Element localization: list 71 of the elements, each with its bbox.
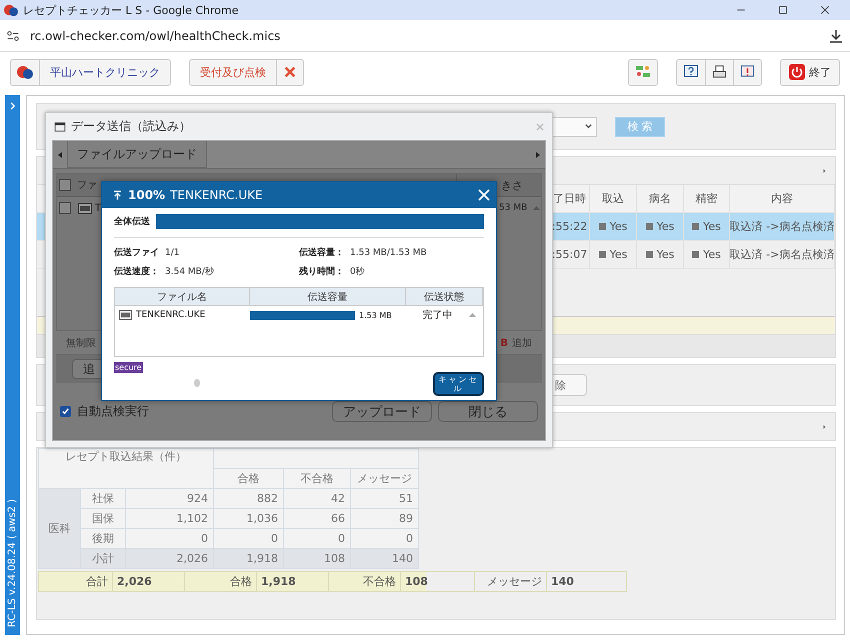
total-label: 合計 — [38, 571, 113, 592]
column-header: 取込 — [590, 185, 637, 213]
column-header: メッセージ — [350, 468, 419, 489]
table-cell: 66 — [283, 508, 351, 529]
row-header: 後期 — [80, 528, 126, 549]
version-label: RC-LS v.24.08.24 ( aws2 ) — [7, 498, 18, 627]
table-cell: 1,036 — [213, 508, 284, 529]
secure-badge: secure — [114, 362, 143, 373]
file-status: 完了中 — [422, 308, 454, 322]
dialog-title: データ送信（読込み） — [71, 118, 191, 135]
table-cell: :55:22 — [550, 213, 590, 241]
column-header: 精密 — [684, 185, 730, 213]
file-size: 1.53 MB — [359, 310, 392, 320]
table-cell: 51 — [350, 488, 419, 509]
column-header: 合格 — [213, 468, 284, 489]
table-cell: Yes — [590, 213, 637, 241]
table-cell: 0 — [350, 528, 419, 549]
transfer-stat: 残り時間： 0秒 — [299, 265, 366, 278]
table-cell: 42 — [283, 488, 351, 509]
table-cell: 1,102 — [125, 508, 214, 529]
add-label: 追加 — [512, 338, 532, 349]
column-header: 了日時 — [550, 185, 590, 213]
column-header: 内容 — [730, 185, 835, 213]
table-cell: Yes — [590, 241, 637, 269]
table-cell: 0 — [125, 528, 214, 549]
row-header: 社保 — [80, 488, 126, 509]
table-cell: 108 — [283, 548, 351, 569]
table-cell: Yes — [637, 241, 684, 269]
total-value: 140 — [546, 571, 627, 592]
table-header: レセプト取込結果（件） — [38, 448, 214, 489]
total-label: 不合格 — [328, 571, 401, 592]
row-header: 国保 — [80, 508, 126, 529]
total-label: 合格 — [184, 571, 257, 592]
column-header: 伝送状態 — [406, 288, 483, 305]
table-cell: 89 — [350, 508, 419, 529]
overall-label: 全体伝送 — [114, 215, 150, 228]
upload-percent: 100% — [128, 188, 166, 202]
transfer-stat: 伝送容量： 1.53 MB/1.53 MB — [299, 246, 428, 259]
table-cell: Yes — [684, 213, 730, 241]
column-header: 不合格 — [283, 468, 351, 489]
file-name: TENKENRC.UKE — [136, 310, 206, 320]
total-value: 1,918 — [256, 571, 329, 592]
column-header: 病名 — [637, 185, 684, 213]
transfer-stat: 伝送ファイ 1/1 — [114, 246, 180, 259]
column-header: ファイル名 — [115, 288, 250, 305]
checkbox-label: 自動点検実行 — [77, 403, 150, 420]
table-cell: 取込済 ->病名点検済 — [730, 213, 835, 241]
table-cell: Yes — [637, 213, 684, 241]
row-header: 小計 — [80, 548, 126, 569]
size-unit-label: B — [500, 338, 508, 349]
table-cell: 2,026 — [125, 548, 214, 569]
table-cell: Yes — [684, 241, 730, 269]
file-name: T — [95, 202, 102, 214]
table-cell: 0 — [213, 528, 284, 549]
file-size: 53 MB — [499, 203, 528, 213]
window-title: レセプトチェッカー L S - Google Chrome — [23, 2, 240, 18]
upload-file-title: TENKENRC.UKE — [170, 188, 263, 202]
table-cell: 882 — [213, 488, 284, 509]
total-value: 108 — [400, 571, 475, 592]
column-header: ファ — [76, 179, 98, 192]
size-limit-label: 無制限 — [66, 336, 96, 350]
table-cell: 140 — [350, 548, 419, 569]
row-group-header: 医科 — [38, 488, 81, 569]
total-value: 2,026 — [112, 571, 185, 592]
total-label: メッセージ — [474, 571, 547, 592]
table-cell: 取込済 ->病名点検済 — [730, 241, 835, 269]
table-cell: 0 — [283, 528, 351, 549]
transfer-stat: 伝送速度： 3.54 MB/秒 — [114, 265, 215, 278]
table-cell: 924 — [125, 488, 214, 509]
table-cell: 1,918 — [213, 548, 284, 569]
column-header: 伝送容量 — [250, 288, 406, 305]
